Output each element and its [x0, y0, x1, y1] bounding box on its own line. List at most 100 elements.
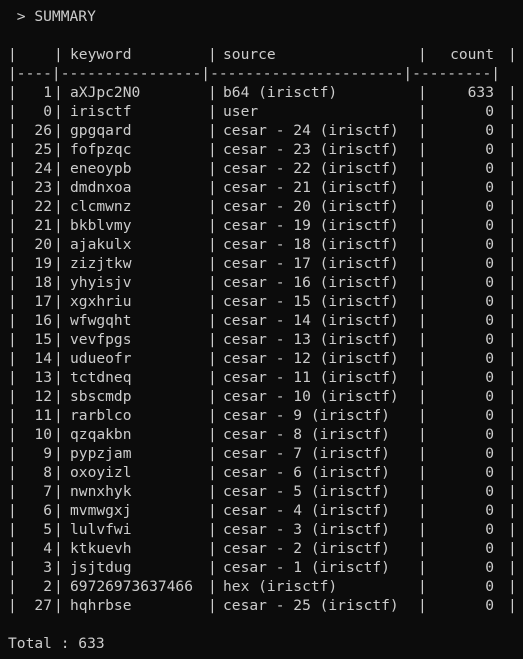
- row-num: 12: [34, 388, 52, 405]
- terminal-output: > SUMMARY | | keyword | source | count |…: [8, 7, 523, 653]
- row-num: 2: [43, 578, 52, 595]
- row-keyword: xgxhriu: [70, 293, 132, 310]
- row-count: 0: [485, 369, 494, 386]
- row-source: cesar - 18 (irisctf): [223, 236, 399, 253]
- table-row: | 19 | zizjtkw | cesar - 17 (irisctf) | 0 |: [8, 255, 517, 272]
- row-num: 10: [34, 426, 52, 443]
- row-count: 0: [485, 540, 494, 557]
- table-row: | 26 | gpgqard | cesar - 24 (irisctf) | 0 |: [8, 122, 517, 139]
- row-keyword: rarblco: [70, 407, 132, 424]
- table-row: | 22 | clcmwnz | cesar - 20 (irisctf) | 0 |: [8, 198, 517, 215]
- row-count: 0: [485, 388, 494, 405]
- table-row: | 6 | mvmwgxj | cesar - 4 (irisctf) | 0 |: [8, 502, 517, 519]
- row-source: cesar - 14 (irisctf): [223, 312, 399, 329]
- row-count: 0: [485, 502, 494, 519]
- row-num: 25: [34, 141, 52, 158]
- table-row: | 15 | vevfpgs | cesar - 13 (irisctf) | 0 |: [8, 331, 517, 348]
- table-row: | 9 | pypzjam | cesar - 7 (irisctf) | 0 |: [8, 445, 517, 462]
- row-keyword: wfwgqht: [70, 312, 132, 329]
- table-row: | 8 | oxoyizl | cesar - 6 (irisctf) | 0 |: [8, 464, 517, 481]
- row-keyword: lulvfwi: [70, 521, 132, 538]
- table-row: | 4 | ktkuevh | cesar - 2 (irisctf) | 0 |: [8, 540, 517, 557]
- row-source: cesar - 6 (irisctf): [223, 464, 390, 481]
- row-count: 0: [485, 160, 494, 177]
- row-keyword: eneoypb: [70, 160, 132, 177]
- row-keyword: jsjtdug: [70, 559, 132, 576]
- row-source: cesar - 1 (irisctf): [223, 559, 390, 576]
- row-source: cesar - 19 (irisctf): [223, 217, 399, 234]
- row-num: 27: [34, 597, 52, 614]
- row-keyword: vevfpgs: [70, 331, 132, 348]
- row-num: 3: [43, 559, 52, 576]
- row-num: 18: [34, 274, 52, 291]
- row-count: 0: [485, 293, 494, 310]
- row-count: 0: [485, 521, 494, 538]
- row-num: 8: [43, 464, 52, 481]
- row-count: 0: [485, 350, 494, 367]
- row-keyword: qzqakbn: [70, 426, 132, 443]
- row-num: 14: [34, 350, 52, 367]
- row-num: 11: [34, 407, 52, 424]
- row-count: 0: [485, 274, 494, 291]
- row-source: cesar - 21 (irisctf): [223, 179, 399, 196]
- row-source: user: [223, 103, 259, 120]
- row-count: 0: [485, 198, 494, 215]
- row-source: cesar - 7 (irisctf): [223, 445, 390, 462]
- table-row: | 5 | lulvfwi | cesar - 3 (irisctf) | 0 |: [8, 521, 517, 538]
- row-source: cesar - 5 (irisctf): [223, 483, 390, 500]
- total-line: Total : 633: [8, 635, 105, 652]
- row-count: 0: [485, 122, 494, 139]
- row-source: cesar - 12 (irisctf): [223, 350, 399, 367]
- table-row: | 20 | ajakulx | cesar - 18 (irisctf) | 0 |: [8, 236, 517, 253]
- table-row: | 25 | fofpzqc | cesar - 23 (irisctf) | 0 |: [8, 141, 517, 158]
- row-num: 1: [43, 84, 52, 101]
- row-keyword: nwnxhyk: [70, 483, 132, 500]
- row-source: cesar - 20 (irisctf): [223, 198, 399, 215]
- row-keyword: fofpzqc: [70, 141, 132, 158]
- table-row: | 3 | jsjtdug | cesar - 1 (irisctf) | 0 |: [8, 559, 517, 576]
- row-count: 0: [485, 217, 494, 234]
- row-count: 0: [485, 445, 494, 462]
- row-count: 0: [485, 578, 494, 595]
- row-count: 0: [485, 597, 494, 614]
- summary-header: > SUMMARY: [8, 8, 96, 25]
- row-source: cesar - 15 (irisctf): [223, 293, 399, 310]
- row-keyword: dmdnxoa: [70, 179, 132, 196]
- table-row: | 24 | eneoypb | cesar - 22 (irisctf) | 0 |: [8, 160, 517, 177]
- row-source: hex (irisctf): [223, 578, 338, 595]
- row-keyword: bkblvmy: [70, 217, 132, 234]
- row-num: 23: [34, 179, 52, 196]
- row-source: cesar - 13 (irisctf): [223, 331, 399, 348]
- row-keyword: aXJpc2N0: [70, 84, 141, 101]
- header-keyword: keyword: [70, 46, 132, 63]
- row-num: 5: [43, 521, 52, 538]
- row-num: 9: [43, 445, 52, 462]
- row-source: b64 (irisctf): [223, 84, 338, 101]
- row-keyword: 69726973637466: [70, 578, 194, 595]
- row-count: 633: [467, 84, 494, 101]
- row-count: 0: [485, 483, 494, 500]
- table-row: | 10 | qzqakbn | cesar - 8 (irisctf) | 0 |: [8, 426, 517, 443]
- table-row: | 21 | bkblvmy | cesar - 19 (irisctf) | 0 |: [8, 217, 517, 234]
- row-count: 0: [485, 464, 494, 481]
- row-source: cesar - 8 (irisctf): [223, 426, 390, 443]
- row-source: cesar - 10 (irisctf): [223, 388, 399, 405]
- row-keyword: zizjtkw: [70, 255, 132, 272]
- row-source: cesar - 16 (irisctf): [223, 274, 399, 291]
- row-count: 0: [485, 312, 494, 329]
- table-row: | 11 | rarblco | cesar - 9 (irisctf) | 0 |: [8, 407, 517, 424]
- row-source: cesar - 24 (irisctf): [223, 122, 399, 139]
- row-count: 0: [485, 331, 494, 348]
- table-row: | 2 | 69726973637466 | hex (irisctf) | 0 |: [8, 578, 517, 595]
- row-count: 0: [485, 236, 494, 253]
- row-num: 4: [43, 540, 52, 557]
- row-keyword: gpgqard: [70, 122, 132, 139]
- row-num: 19: [34, 255, 52, 272]
- table-body: | 1 | aXJpc2N0 | b64 (irisctf) | 633 | | 0 | irisctf…: [8, 83, 523, 615]
- row-keyword: hqhrbse: [70, 597, 132, 614]
- row-keyword: ajakulx: [70, 236, 132, 253]
- row-num: 16: [34, 312, 52, 329]
- row-count: 0: [485, 407, 494, 424]
- row-num: 13: [34, 369, 52, 386]
- row-num: 15: [34, 331, 52, 348]
